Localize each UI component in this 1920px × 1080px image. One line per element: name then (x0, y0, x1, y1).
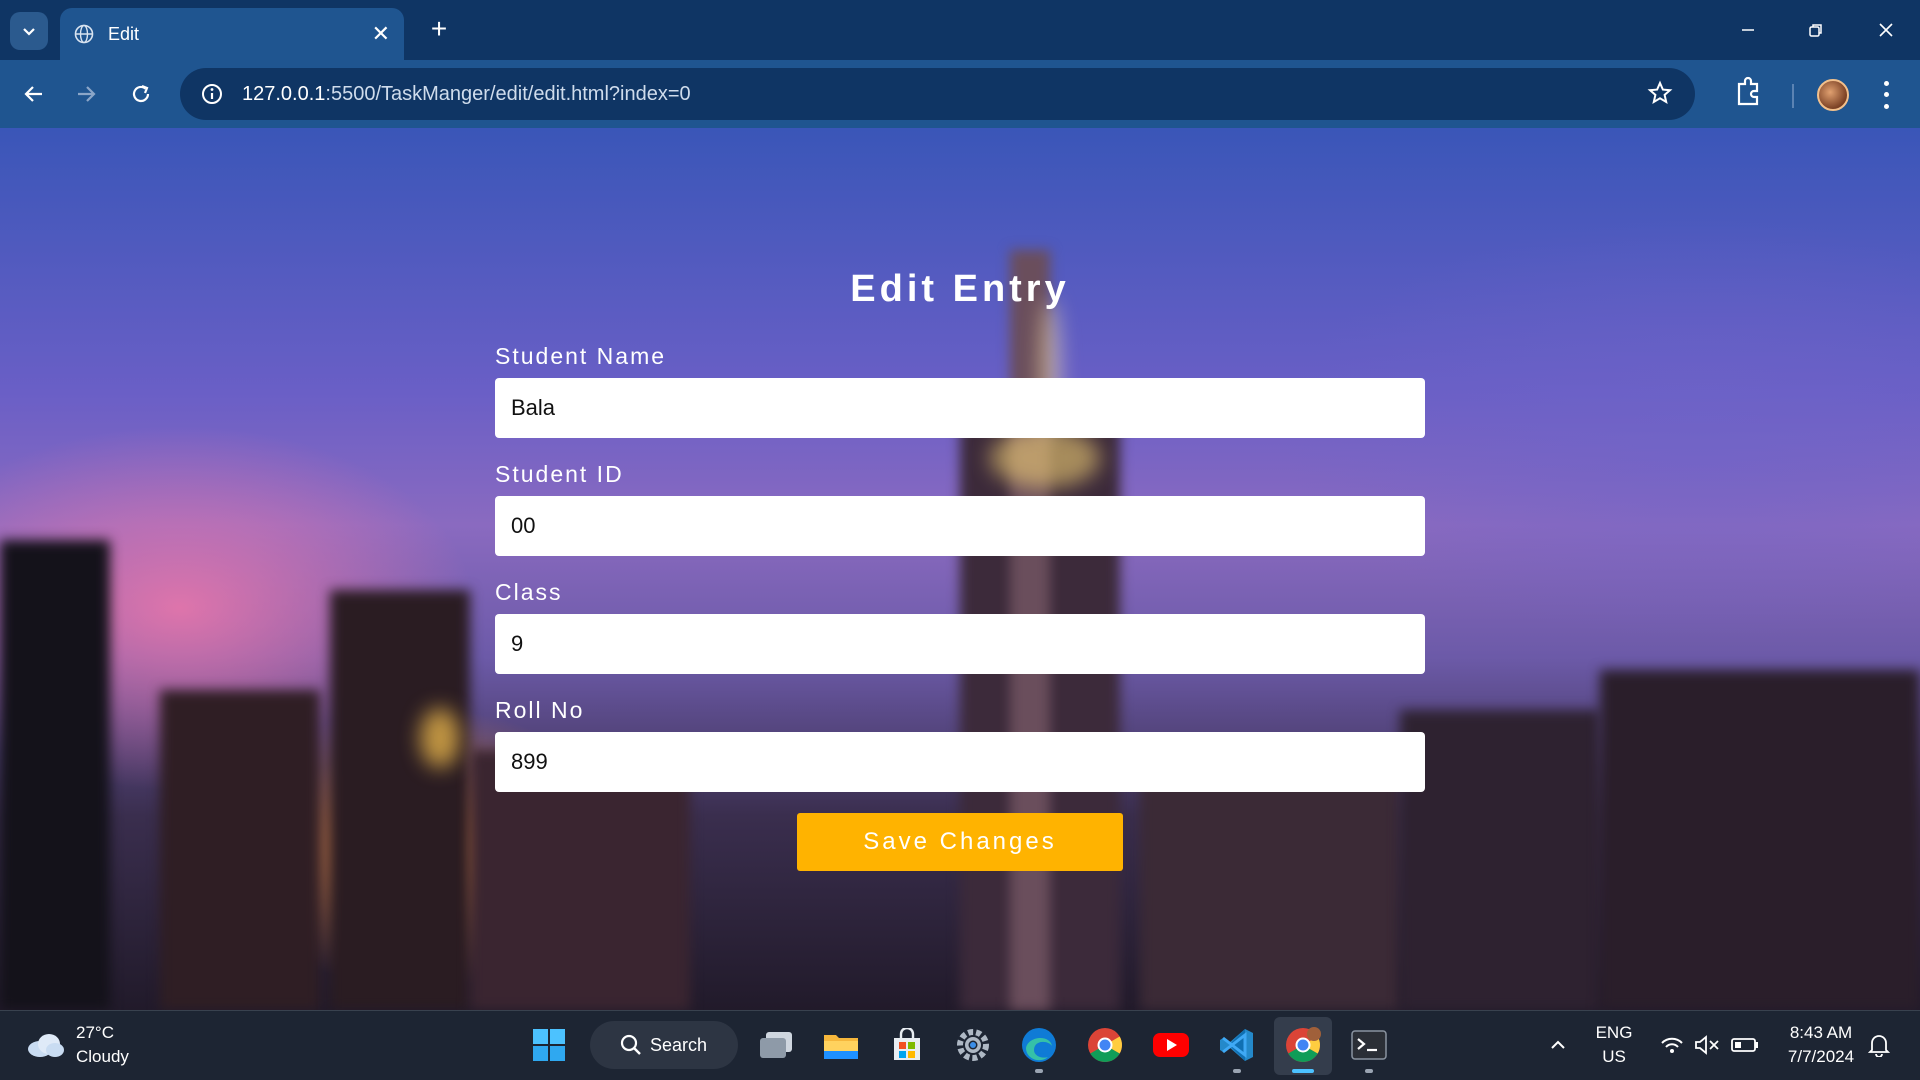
taskbar-search[interactable]: Search (590, 1021, 738, 1069)
roll-no-label: Roll No (495, 697, 585, 723)
toolbar-separator (1792, 84, 1794, 108)
student-id-label: Student ID (495, 461, 624, 487)
close-tab-icon[interactable]: ✕ (372, 23, 390, 45)
browser-toolbar: 127.0.0.1:5500/TaskManger/edit/edit.html… (0, 60, 1920, 128)
url-host: 127.0.0.1 (242, 82, 326, 105)
terminal-icon[interactable] (1350, 1026, 1388, 1064)
arrow-left-icon (24, 86, 42, 102)
chevron-down-icon (23, 28, 35, 36)
settings-gear-icon[interactable] (954, 1026, 992, 1064)
url-text[interactable]: 127.0.0.1:5500/TaskManger/edit/edit.html… (242, 83, 691, 106)
save-changes-button[interactable]: Save Changes (797, 813, 1123, 871)
browser-titlebar: Edit ✕ + (0, 0, 1920, 60)
youtube-icon[interactable] (1152, 1026, 1190, 1064)
tab-search-button[interactable] (10, 12, 48, 50)
url-path: :5500/TaskManger/edit/edit.html?index=0 (325, 82, 691, 105)
student-id-input[interactable]: 00 (495, 496, 1425, 556)
battery-icon[interactable] (1726, 1026, 1764, 1064)
form-title: Edit Entry (850, 268, 1070, 310)
chevron-up-icon[interactable] (1539, 1026, 1577, 1064)
file-explorer-icon[interactable] (822, 1026, 860, 1064)
running-indicator (1233, 1069, 1241, 1073)
globe-icon (74, 24, 94, 44)
close-window-button[interactable] (1862, 10, 1910, 50)
task-view-icon[interactable] (757, 1026, 795, 1064)
clock-date: 7/7/2024 (1787, 1047, 1855, 1066)
more-options-icon[interactable] (1874, 78, 1898, 112)
running-indicator (1365, 1069, 1373, 1073)
reload-icon (132, 84, 150, 103)
close-icon (1879, 23, 1893, 37)
microsoft-store-icon[interactable] (888, 1026, 926, 1064)
reload-button[interactable] (121, 74, 161, 114)
back-button[interactable] (14, 74, 54, 114)
vscode-icon[interactable] (1218, 1026, 1256, 1064)
notification-bell-icon[interactable] (1860, 1026, 1898, 1064)
extensions-puzzle-icon[interactable] (1735, 74, 1761, 117)
tab-title: Edit (108, 23, 140, 44)
bg-building (160, 690, 320, 1010)
edge-browser-icon[interactable] (1020, 1026, 1058, 1064)
running-indicator (1035, 1069, 1043, 1073)
class-label: Class (495, 579, 563, 605)
bg-building (0, 540, 110, 1010)
chrome-icon[interactable] (1086, 1026, 1124, 1064)
profile-avatar[interactable] (1817, 79, 1849, 111)
bg-building (1400, 710, 1600, 1010)
cloud-icon (28, 1034, 64, 1057)
student-name-label: Student Name (495, 343, 667, 369)
site-info-icon[interactable] (186, 68, 238, 120)
forward-button[interactable] (66, 74, 106, 114)
language-indicator[interactable]: ENG US (1592, 1021, 1636, 1069)
clock-time: 8:43 AM (1789, 1023, 1853, 1042)
new-tab-button[interactable]: + (424, 14, 454, 44)
page-background (0, 128, 1920, 1010)
tab-edit[interactable]: Edit ✕ (60, 8, 404, 60)
search-icon (620, 1034, 641, 1055)
minimize-button[interactable] (1724, 10, 1772, 50)
bg-building (330, 590, 470, 1010)
class-input[interactable]: 9 (495, 614, 1425, 674)
address-bar[interactable]: 127.0.0.1:5500/TaskManger/edit/edit.html… (180, 68, 1695, 120)
search-label: Search (650, 1034, 708, 1055)
weather-widget[interactable]: 27°C Cloudy (26, 1021, 129, 1069)
clock[interactable]: 8:43 AM 7/7/2024 (1776, 1021, 1866, 1069)
restore-button[interactable] (1792, 10, 1840, 50)
chrome-profile-icon[interactable] (1284, 1026, 1322, 1064)
active-indicator (1292, 1069, 1314, 1073)
start-windows-icon[interactable] (530, 1026, 568, 1064)
language-line1: ENG (1595, 1023, 1633, 1042)
bg-light (420, 708, 460, 768)
bookmark-star-icon[interactable] (1647, 80, 1673, 111)
arrow-right-icon (78, 86, 96, 102)
wifi-icon[interactable] (1653, 1026, 1691, 1064)
weather-desc: Cloudy (76, 1047, 129, 1066)
volume-muted-icon[interactable] (1688, 1026, 1726, 1064)
taskbar: 27°C Cloudy Search ENG US 8:43 AM 7/7/20… (0, 1010, 1920, 1080)
restore-icon (1809, 24, 1822, 37)
student-name-input[interactable]: Bala (495, 378, 1425, 438)
weather-temp: 27°C (76, 1023, 114, 1042)
minimize-icon (1742, 29, 1754, 31)
bg-building (1600, 670, 1920, 1010)
language-line2: US (1602, 1047, 1626, 1066)
roll-no-input[interactable]: 899 (495, 732, 1425, 792)
